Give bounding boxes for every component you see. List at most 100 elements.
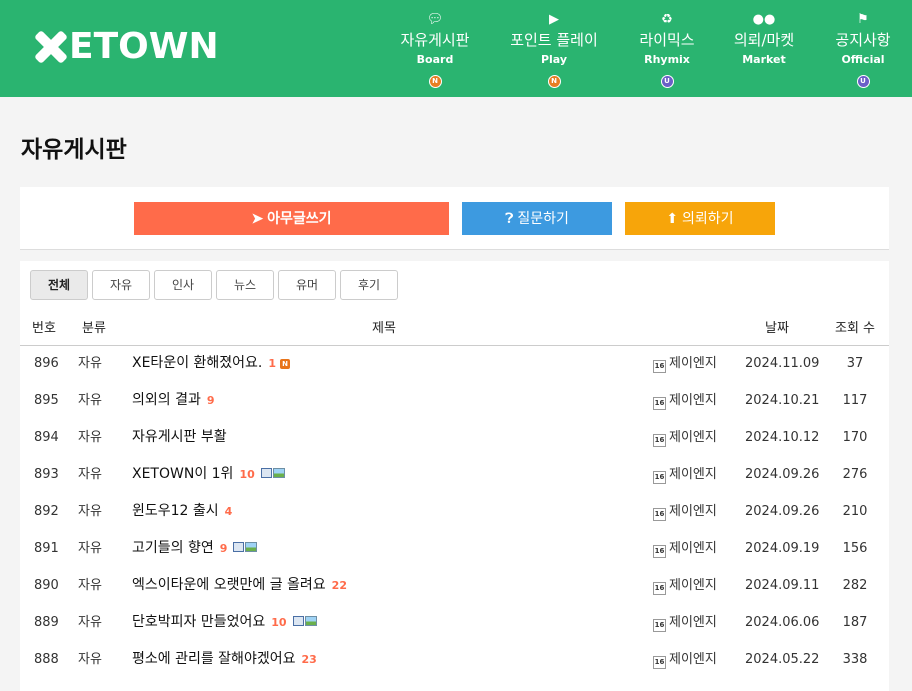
- post-number: 888: [34, 652, 59, 667]
- post-title-cell: 평소에 관리를 잘해야겠어요 23: [132, 651, 317, 668]
- post-number: 892: [34, 504, 59, 519]
- post-title-link[interactable]: 윈도우12 출시: [132, 503, 219, 519]
- post-category: 자유: [78, 541, 102, 556]
- column-header-date[interactable]: 날짜: [765, 317, 789, 336]
- question-circle-icon: ❓︎: [505, 210, 514, 226]
- level-icon: 16: [653, 360, 666, 373]
- post-title-cell: 윈도우12 출시 4: [132, 503, 232, 520]
- image-icon: [245, 542, 258, 552]
- board-list: 전체 자유 인사 뉴스 유머 후기 번호 분류 제목 날짜 조회 수 896 자유…: [20, 261, 889, 691]
- post-author[interactable]: 16 제이엔지: [653, 540, 717, 558]
- nav-label: 공지사항: [835, 31, 891, 49]
- comment-count[interactable]: 10: [271, 616, 286, 629]
- level-icon: 16: [653, 471, 666, 484]
- tab-greeting[interactable]: 인사: [154, 270, 212, 300]
- column-header-title[interactable]: 제목: [372, 317, 396, 336]
- comment-count[interactable]: 22: [332, 579, 347, 592]
- comment-count[interactable]: 9: [207, 394, 215, 407]
- tab-humor[interactable]: 유머: [278, 270, 336, 300]
- tab-news[interactable]: 뉴스: [216, 270, 274, 300]
- level-icon: 16: [653, 619, 666, 632]
- post-title-link[interactable]: 자유게시판 부활: [132, 429, 227, 445]
- post-title-link[interactable]: XE타운이 환해졌어요.: [132, 355, 262, 371]
- post-number: 893: [34, 467, 59, 482]
- post-number: 889: [34, 615, 59, 630]
- nav-item-official[interactable]: ⚑ 공지사항 Official U: [808, 12, 912, 88]
- nav-label: 의뢰/마켓: [733, 31, 795, 49]
- post-views: 282: [842, 578, 868, 593]
- post-title-link[interactable]: 평소에 관리를 잘해야겠어요: [132, 651, 295, 667]
- post-author[interactable]: 16 제이엔지: [653, 503, 717, 521]
- table-row: 893 자유 XETOWN이 1위 10 16 제이엔지 2024.09.26 276: [20, 456, 889, 493]
- tab-all[interactable]: 전체: [30, 270, 88, 300]
- ask-question-button[interactable]: ❓︎ 질문하기: [462, 202, 612, 235]
- post-views: 156: [842, 541, 868, 556]
- table-row: 889 자유 단호박피자 만들었어요 10 16 제이엔지 2024.06.06 187: [20, 604, 889, 641]
- post-author[interactable]: 16 제이엔지: [653, 392, 717, 410]
- comment-count[interactable]: 9: [220, 542, 228, 555]
- table-row: 892 자유 윈도우12 출시 4 16 제이엔지 2024.09.26 210: [20, 493, 889, 530]
- author-name: 제이엔지: [669, 467, 717, 482]
- update-badge: U: [856, 75, 870, 88]
- tab-free[interactable]: 자유: [92, 270, 150, 300]
- post-date: 2024.09.26: [745, 504, 820, 519]
- post-title-link[interactable]: 의외의 결과: [132, 392, 201, 408]
- author-name: 제이엔지: [669, 615, 717, 630]
- post-author[interactable]: 16 제이엔지: [653, 466, 717, 484]
- post-title-link[interactable]: 엑스이타운에 오랫만에 글 올려요: [132, 577, 326, 593]
- nav-item-market[interactable]: ●● 의뢰/마켓 Market: [709, 12, 819, 68]
- post-views: 187: [842, 615, 868, 630]
- post-date: 2024.09.19: [745, 541, 820, 556]
- nav-item-play[interactable]: ▶ 포인트 플레이 Play N: [499, 12, 609, 88]
- post-category: 자유: [78, 467, 102, 482]
- nav-item-board[interactable]: 💬︎ 자유게시판 Board N: [380, 12, 490, 88]
- request-button[interactable]: ⬆︎ 의뢰하기: [625, 202, 775, 235]
- file-icon: [260, 468, 272, 478]
- column-header-category[interactable]: 분류: [82, 317, 106, 336]
- comment-count[interactable]: 10: [239, 468, 254, 481]
- post-category: 자유: [78, 615, 102, 630]
- post-views: 210: [842, 504, 868, 519]
- comment-count[interactable]: 23: [301, 653, 316, 666]
- table-row: 888 자유 평소에 관리를 잘해야겠어요 23 16 제이엔지 2024.05.22 338: [20, 641, 889, 678]
- post-title-cell: 고기들의 향연 9: [132, 540, 258, 557]
- image-icon: [272, 468, 285, 478]
- comment-count[interactable]: 4: [225, 505, 233, 518]
- post-date: 2024.06.06: [745, 615, 820, 630]
- ask-label: 질문하기: [517, 210, 569, 226]
- post-title-link[interactable]: 고기들의 향연: [132, 540, 214, 556]
- request-label: 의뢰하기: [682, 210, 734, 226]
- author-name: 제이엔지: [669, 652, 717, 667]
- author-name: 제이엔지: [669, 393, 717, 408]
- author-name: 제이엔지: [669, 541, 717, 556]
- post-title-link[interactable]: XETOWN이 1위: [132, 466, 233, 482]
- post-author[interactable]: 16 제이엔지: [653, 651, 717, 669]
- site-header: ETOWN 💬︎ 자유게시판 Board N ▶ 포인트 플레이 Play N …: [0, 0, 912, 97]
- post-title-link[interactable]: 단호박피자 만들었어요: [132, 614, 265, 630]
- post-title-cell: 단호박피자 만들었어요 10: [132, 614, 317, 631]
- level-icon: 16: [653, 397, 666, 410]
- post-author[interactable]: 16 제이엔지: [653, 577, 717, 595]
- post-views: 338: [842, 652, 868, 667]
- speech-bubbles-icon: 💬︎: [426, 12, 444, 27]
- post-category: 자유: [78, 652, 102, 667]
- post-title-cell: 엑스이타운에 오랫만에 글 올려요 22: [132, 577, 347, 594]
- write-post-button[interactable]: ➤ 아무글쓰기: [134, 202, 449, 235]
- post-author[interactable]: 16 제이엔지: [653, 429, 717, 447]
- tab-review[interactable]: 후기: [340, 270, 398, 300]
- site-logo[interactable]: ETOWN: [35, 28, 219, 66]
- post-author[interactable]: 16 제이엔지: [653, 614, 717, 632]
- post-author[interactable]: 16 제이엔지: [653, 355, 717, 373]
- comment-count[interactable]: 1: [268, 357, 276, 370]
- nav-item-rhymix[interactable]: ♻ 라이믹스 Rhymix U: [612, 12, 722, 88]
- level-icon: 16: [653, 545, 666, 558]
- post-category: 자유: [78, 356, 102, 371]
- post-category: 자유: [78, 504, 102, 519]
- users-icon: ●●: [752, 12, 776, 27]
- column-header-no: 번호: [32, 321, 56, 336]
- page-title: 자유게시판: [21, 137, 127, 163]
- column-header-views[interactable]: 조회 수: [835, 317, 875, 336]
- author-name: 제이엔지: [669, 504, 717, 519]
- nav-label: 라이믹스: [639, 31, 695, 49]
- post-date: 2024.09.26: [745, 467, 820, 482]
